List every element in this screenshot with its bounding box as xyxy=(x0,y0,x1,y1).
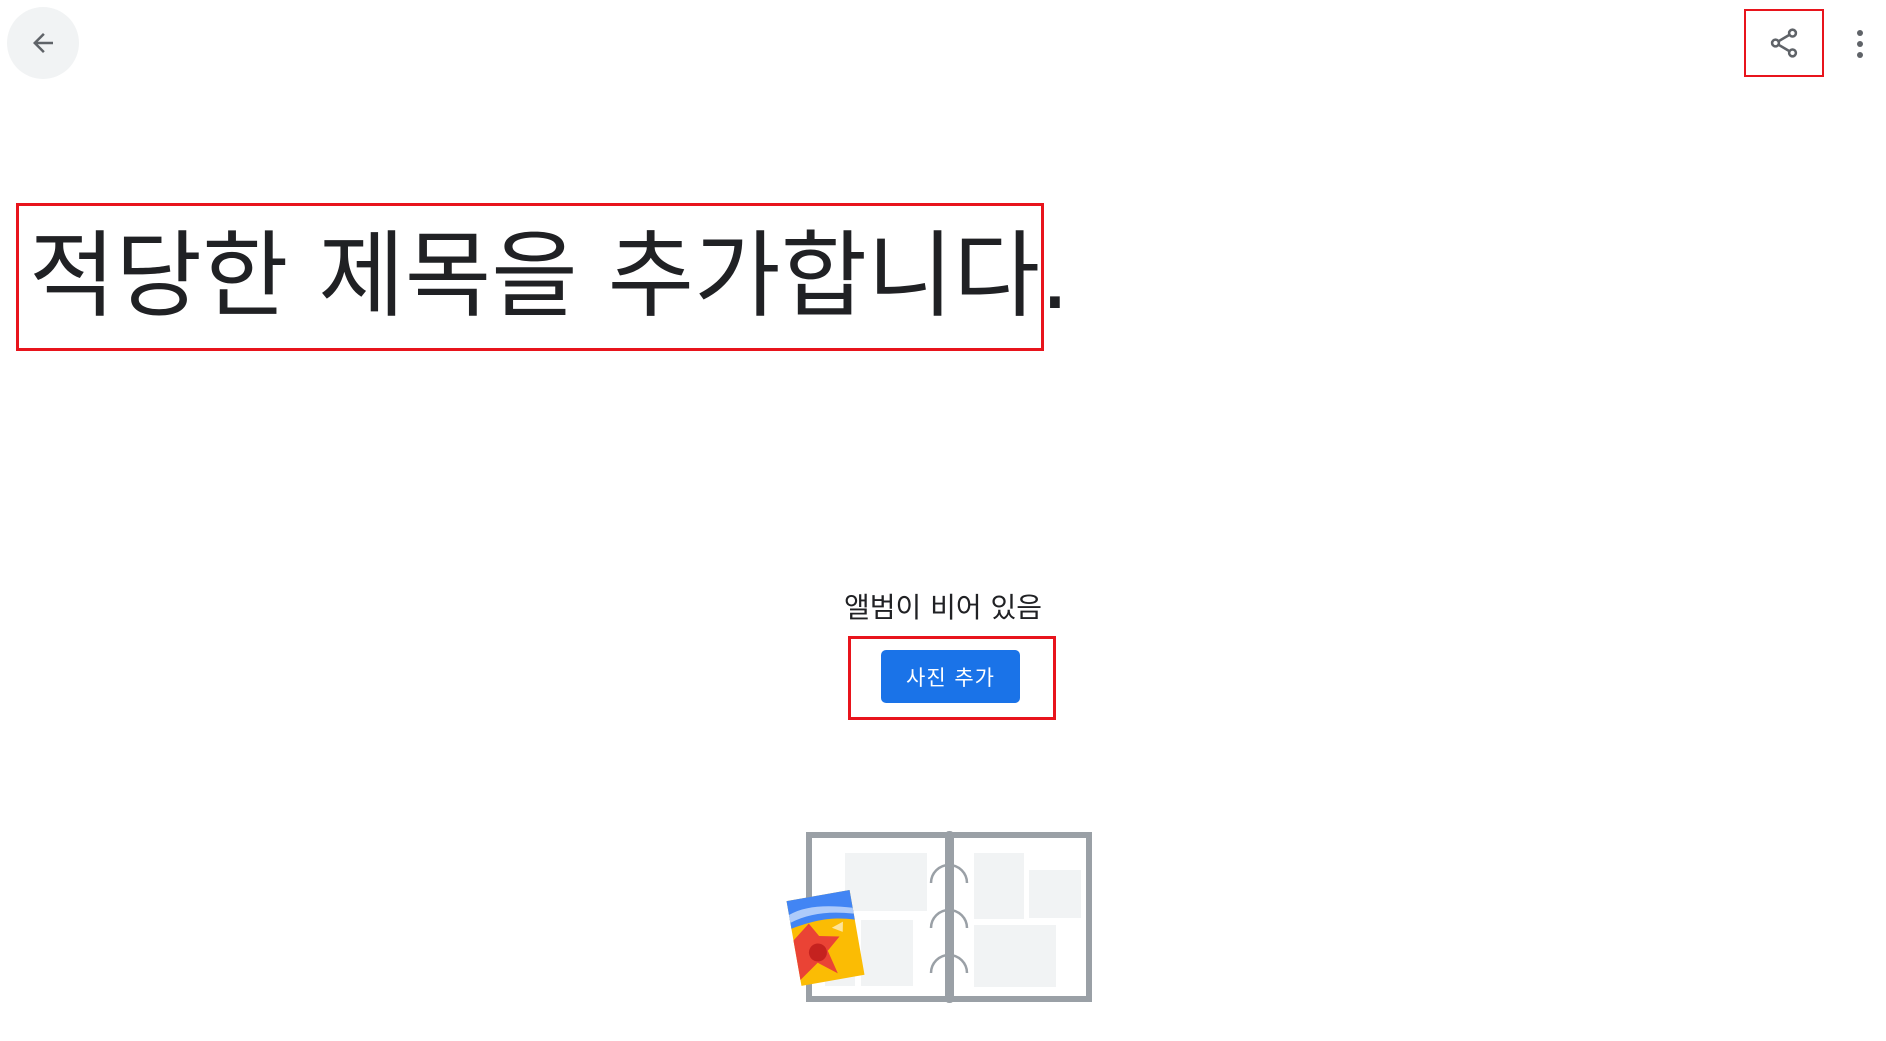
more-vertical-icon xyxy=(1857,30,1863,58)
share-icon xyxy=(1770,28,1798,58)
photo-placeholder xyxy=(974,853,1024,919)
back-button[interactable] xyxy=(7,7,79,79)
photo-album-illustration xyxy=(786,831,1092,1003)
share-button[interactable] xyxy=(1744,9,1824,77)
album-title: 적당한 제목을 추가합니다. xyxy=(29,222,1070,331)
photo-placeholder xyxy=(1029,870,1081,918)
album-page: 적당한 제목을 추가합니다. 앨범이 비어 있음 사진 추가 xyxy=(0,0,1886,1041)
album-title-field[interactable]: 적당한 제목을 추가합니다. xyxy=(16,203,1070,351)
photo-placeholder xyxy=(861,920,913,986)
more-options-button[interactable] xyxy=(1840,20,1880,68)
photo-placeholder xyxy=(845,853,927,911)
add-photos-button[interactable]: 사진 추가 xyxy=(881,650,1020,703)
album-spine xyxy=(945,831,954,1003)
empty-album-message: 앨범이 비어 있음 xyxy=(843,591,1043,624)
arrow-left-icon xyxy=(33,33,53,53)
photo-placeholder xyxy=(974,925,1056,987)
